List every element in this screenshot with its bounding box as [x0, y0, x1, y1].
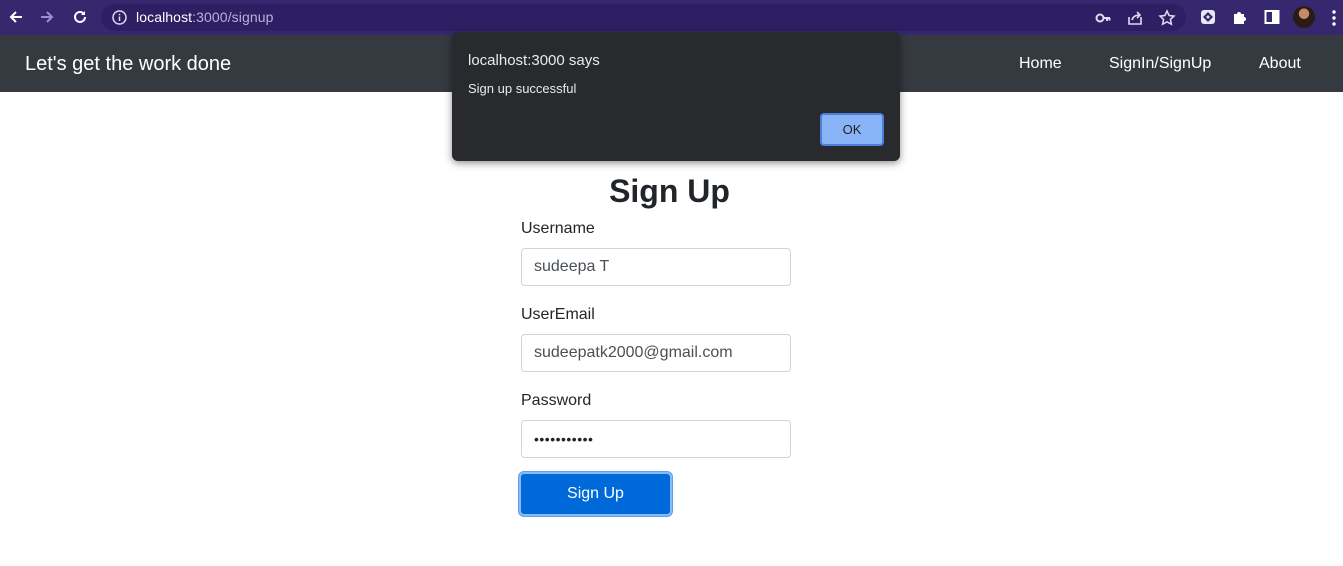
alert-dialog-message: Sign up successful [468, 81, 577, 96]
address-bar[interactable]: localhost:3000/signup [101, 4, 1186, 31]
ok-button[interactable]: OK [820, 113, 884, 146]
reload-icon[interactable] [70, 7, 90, 27]
key-icon[interactable] [1094, 9, 1112, 27]
browser-toolbar: localhost:3000/signup [0, 0, 1343, 35]
alert-dialog-title: localhost:3000 says [468, 52, 600, 69]
nav-link-signin-signup[interactable]: SignIn/SignUp [1109, 55, 1211, 73]
alert-dialog: localhost:3000 says Sign up successful O… [452, 32, 900, 161]
side-panel-icon[interactable] [1263, 8, 1281, 26]
page-title-text: Sign Up [609, 173, 730, 209]
url-text: localhost:3000/signup [136, 9, 274, 25]
password-value: ••••••••••• [534, 431, 594, 447]
url-host: localhost [136, 9, 193, 25]
nav-link-home[interactable]: Home [1019, 55, 1062, 73]
sign-up-button[interactable]: Sign Up [519, 472, 672, 516]
email-label: UserEmail [521, 306, 595, 323]
nav-link-about[interactable]: About [1259, 55, 1301, 73]
profile-avatar[interactable] [1293, 6, 1315, 28]
share-icon[interactable] [1126, 9, 1144, 27]
email-value: sudeepatk2000@gmail.com [534, 344, 733, 361]
forward-arrow-icon[interactable] [37, 7, 57, 27]
kebab-menu-icon[interactable] [1331, 9, 1337, 27]
username-value: sudeepa T [534, 258, 610, 275]
ok-button-label: OK [842, 122, 862, 137]
extension-app-icon[interactable] [1199, 8, 1217, 26]
email-field[interactable]: sudeepatk2000@gmail.com [521, 334, 791, 372]
sign-up-button-label: Sign Up [567, 485, 624, 502]
password-label: Password [521, 392, 592, 409]
username-field[interactable]: sudeepa T [521, 248, 791, 286]
brand-title[interactable]: Let's get the work done [25, 53, 231, 76]
url-path: :3000/signup [192, 9, 274, 25]
back-arrow-icon[interactable] [6, 7, 26, 27]
info-icon[interactable] [111, 9, 128, 26]
username-label: Username [521, 220, 595, 237]
star-icon[interactable] [1158, 9, 1176, 27]
puzzle-icon[interactable] [1231, 8, 1249, 26]
password-field[interactable]: ••••••••••• [521, 420, 791, 458]
page-title: Sign Up [0, 173, 1343, 210]
